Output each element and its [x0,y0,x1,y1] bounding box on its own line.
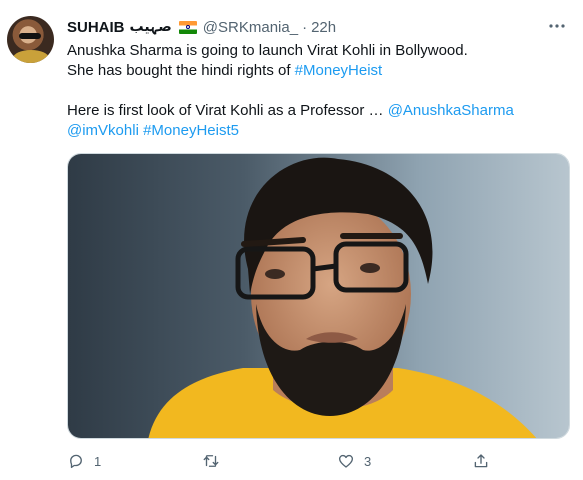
timestamp[interactable]: 22h [311,19,336,36]
share-button[interactable] [472,452,490,470]
tweet-text-line1: Anushka Sharma is going to launch Virat … [67,42,468,59]
author-name-suffix[interactable]: صہیب [130,19,172,35]
avatar[interactable] [7,16,54,63]
like-icon [338,454,354,468]
hashtag-moneyheist[interactable]: #MoneyHeist [295,62,383,79]
glasses-bridge [312,263,337,272]
reply-button[interactable]: 1 [67,452,101,470]
avatar-glasses [19,33,41,39]
author-handle[interactable]: @SRKmania_ [203,19,298,36]
tweet-text-line2: She has bought the hindi rights of [67,62,295,79]
tweet-header: SUHAIB صہیب @SRKmania_ · 22h [67,16,336,38]
hashtag-moneyheist5[interactable]: #MoneyHeist5 [143,122,239,139]
retweet-button[interactable] [202,452,229,470]
left-eyebrow [241,237,306,247]
retweet-icon [203,455,219,467]
avatar-shirt [13,50,49,63]
like-button[interactable]: 3 [337,452,371,470]
more-icon[interactable] [547,16,567,36]
tweet-photo[interactable] [67,153,570,439]
tweet-text-line3: Here is first look of Virat Kohli as a P… [67,102,388,119]
reply-count: 1 [94,453,102,469]
tweet-line: She has bought the hindi rights of #Mone… [67,61,567,81]
separator-dot: · [302,18,308,36]
mention-imvkohli[interactable]: @imVkohli [67,122,139,139]
tweet-line: @imVkohli #MoneyHeist5 [67,121,567,141]
tweet-line: Anushka Sharma is going to launch Virat … [67,41,567,61]
author-name[interactable]: SUHAIB [67,19,125,36]
like-count: 3 [364,453,372,469]
portrait-illustration [68,154,569,438]
reply-icon [70,454,82,469]
action-bar: 1 3 [67,452,507,472]
india-flag-icon [178,20,197,34]
tweet[interactable]: SUHAIB صہیب @SRKmania_ · 22h Anushka Sha… [0,0,583,480]
more-dots-icon [549,24,565,28]
share-icon [474,454,488,468]
mention-anushkasharma[interactable]: @AnushkaSharma [388,102,514,119]
right-eye [360,263,380,273]
tweet-text: Anushka Sharma is going to launch Virat … [67,41,567,141]
tweet-line: Here is first look of Virat Kohli as a P… [67,101,567,121]
left-eye [265,269,285,279]
